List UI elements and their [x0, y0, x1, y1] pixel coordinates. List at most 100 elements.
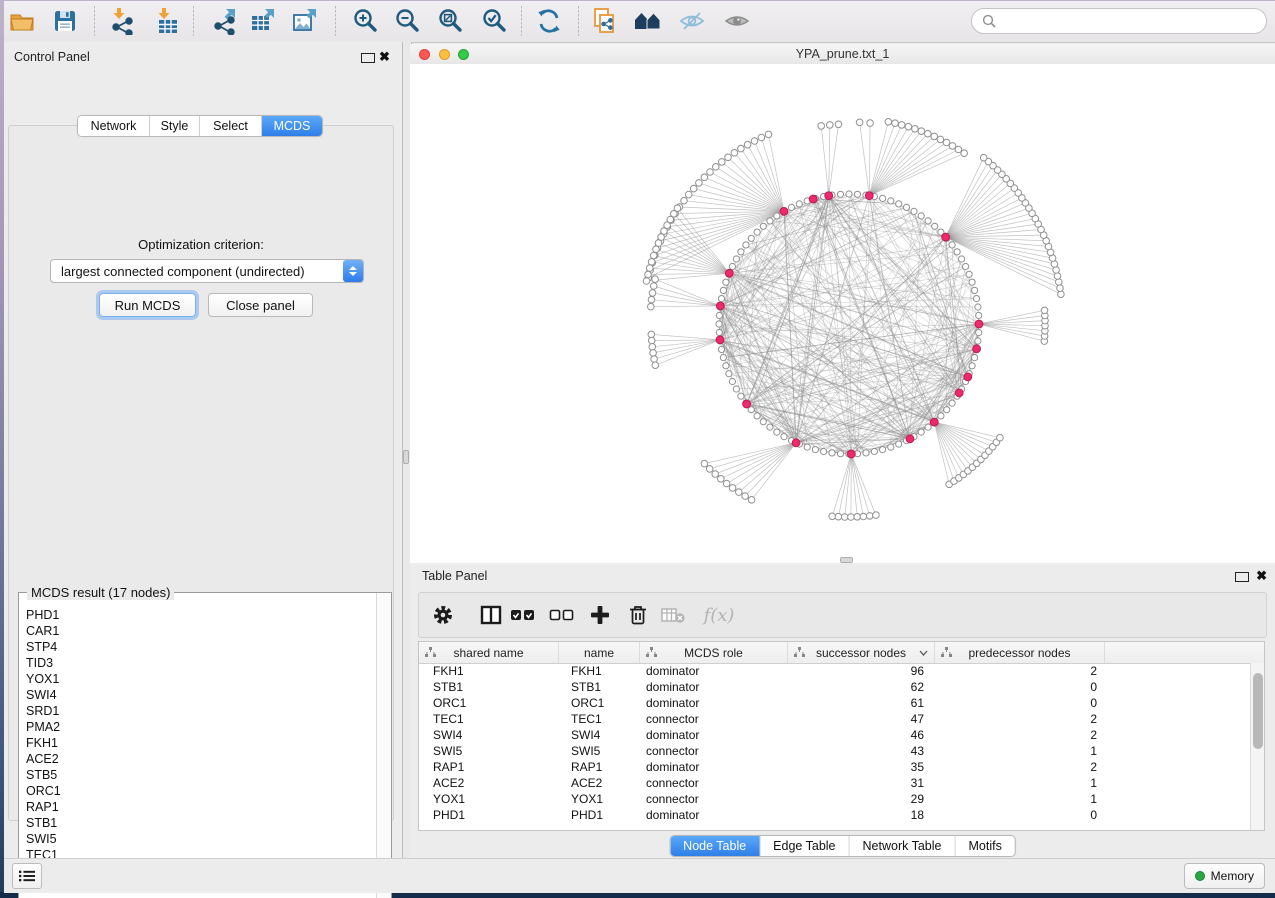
mcds-result-item[interactable]: PMA2: [26, 719, 377, 735]
network-node[interactable]: [758, 134, 765, 141]
tab-select[interactable]: Select: [200, 116, 262, 136]
network-node[interactable]: [649, 290, 656, 297]
network-node[interactable]: [863, 450, 869, 456]
table-row[interactable]: ACE2ACE2connector311: [419, 775, 1251, 791]
network-node[interactable]: [736, 489, 743, 496]
network-node[interactable]: [731, 150, 738, 157]
search-field[interactable]: [971, 8, 1267, 34]
network-node[interactable]: [754, 413, 760, 419]
close-panel-button[interactable]: Close panel: [208, 293, 313, 317]
delete-table-button[interactable]: [657, 600, 689, 630]
tab-style[interactable]: Style: [150, 116, 200, 136]
network-node[interactable]: [685, 191, 692, 198]
memory-button[interactable]: Memory: [1184, 863, 1265, 889]
network-node[interactable]: [655, 240, 662, 247]
mcds-result-item[interactable]: STP4: [26, 639, 377, 655]
network-node[interactable]: [937, 136, 944, 143]
export-network-button[interactable]: [207, 4, 243, 38]
run-mcds-button[interactable]: Run MCDS: [99, 293, 196, 317]
network-node[interactable]: [781, 434, 787, 440]
network-node[interactable]: [854, 191, 860, 197]
network-node[interactable]: [742, 493, 749, 500]
network-node[interactable]: [846, 191, 852, 197]
network-node[interactable]: [912, 126, 919, 133]
network-node[interactable]: [837, 451, 843, 457]
network-node[interactable]: [966, 271, 972, 277]
deselect-all-rows-button[interactable]: [546, 600, 578, 630]
tab-mcds[interactable]: MCDS: [262, 116, 322, 136]
network-node[interactable]: [972, 355, 978, 361]
network-node[interactable]: [648, 303, 655, 310]
network-node[interactable]: [643, 278, 650, 285]
network-node[interactable]: [690, 185, 697, 192]
network-node[interactable]: [854, 514, 861, 521]
network-node[interactable]: [898, 122, 905, 129]
show-columns-button[interactable]: [475, 600, 507, 630]
mcds-result-item[interactable]: CAR1: [26, 623, 377, 639]
table-row[interactable]: RAP1RAP1dominator352: [419, 759, 1251, 775]
network-node[interactable]: [976, 329, 982, 335]
network-node[interactable]: [896, 201, 902, 207]
network-node[interactable]: [744, 141, 751, 148]
network-node[interactable]: [681, 197, 688, 204]
column-header-predecessor-nodes[interactable]: predecessor nodes: [935, 642, 1105, 663]
mcds-hub-node[interactable]: [955, 389, 963, 397]
column-header-shared-name[interactable]: shared name: [419, 642, 559, 663]
network-node[interactable]: [932, 223, 938, 229]
import-table-button[interactable]: [149, 4, 185, 38]
network-node[interactable]: [718, 346, 724, 352]
network-node[interactable]: [716, 321, 722, 327]
export-table-button[interactable]: [245, 4, 281, 38]
network-node[interactable]: [707, 169, 714, 176]
network-node[interactable]: [944, 407, 950, 413]
network-node[interactable]: [774, 429, 780, 435]
network-node[interactable]: [751, 138, 758, 145]
table-scrollbar[interactable]: [1250, 663, 1264, 830]
network-node[interactable]: [918, 128, 925, 135]
network-node[interactable]: [701, 174, 708, 181]
network-node[interactable]: [972, 287, 978, 293]
mcds-result-item[interactable]: TID3: [26, 655, 377, 671]
network-node[interactable]: [955, 146, 962, 153]
mcds-hub-node[interactable]: [973, 345, 981, 353]
tab-motifs[interactable]: Motifs: [955, 836, 1014, 856]
network-view[interactable]: [410, 64, 1275, 560]
network-node[interactable]: [804, 444, 810, 450]
network-node[interactable]: [738, 249, 744, 255]
network-node[interactable]: [885, 119, 892, 126]
network-node[interactable]: [796, 201, 802, 207]
network-node[interactable]: [903, 204, 909, 210]
mcds-hub-node[interactable]: [964, 373, 972, 381]
network-node[interactable]: [738, 145, 745, 152]
network-node[interactable]: [880, 447, 886, 453]
network-node[interactable]: [718, 476, 725, 483]
mcds-list-scrollbar[interactable]: [376, 593, 391, 898]
criterion-dropdown[interactable]: largest connected component (undirected): [50, 259, 364, 283]
network-node[interactable]: [652, 362, 659, 369]
network-node[interactable]: [748, 235, 754, 241]
network-node[interactable]: [827, 122, 834, 129]
network-node[interactable]: [954, 249, 960, 255]
network-node[interactable]: [835, 513, 842, 520]
network-node[interactable]: [848, 514, 855, 521]
first-neighbors-button[interactable]: [630, 4, 666, 38]
mcds-hub-node[interactable]: [942, 233, 950, 241]
network-node[interactable]: [729, 485, 736, 492]
mcds-result-item[interactable]: FKH1: [26, 735, 377, 751]
network-node[interactable]: [943, 139, 950, 146]
network-node[interactable]: [856, 119, 863, 126]
network-node[interactable]: [653, 246, 660, 253]
table-row[interactable]: FKH1FKH1dominator962: [419, 663, 1251, 679]
network-node[interactable]: [650, 350, 657, 357]
network-node[interactable]: [835, 121, 842, 128]
network-node[interactable]: [963, 263, 969, 269]
mcds-result-item[interactable]: STB1: [26, 815, 377, 831]
function-builder-button[interactable]: f(x): [697, 600, 741, 630]
mcds-result-item[interactable]: RAP1: [26, 799, 377, 815]
table-row[interactable]: SWI4SWI4dominator462: [419, 727, 1251, 743]
network-node[interactable]: [723, 480, 730, 487]
network-node[interactable]: [837, 191, 843, 197]
new-network-from-selection-button[interactable]: [587, 4, 623, 38]
network-node[interactable]: [1056, 279, 1063, 286]
network-node[interactable]: [648, 259, 655, 266]
